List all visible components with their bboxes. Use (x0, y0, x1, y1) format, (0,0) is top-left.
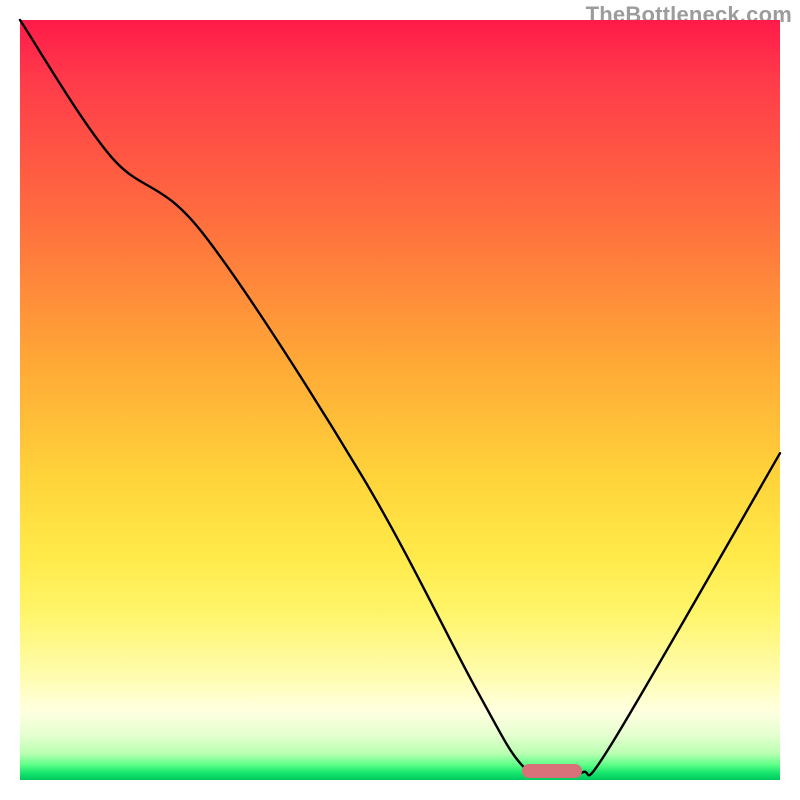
curve-path (20, 20, 780, 775)
chart-stage: TheBottleneck.com (0, 0, 800, 800)
plot-area (20, 20, 780, 780)
bottleneck-curve (20, 20, 780, 780)
optimal-range-marker (522, 764, 583, 778)
